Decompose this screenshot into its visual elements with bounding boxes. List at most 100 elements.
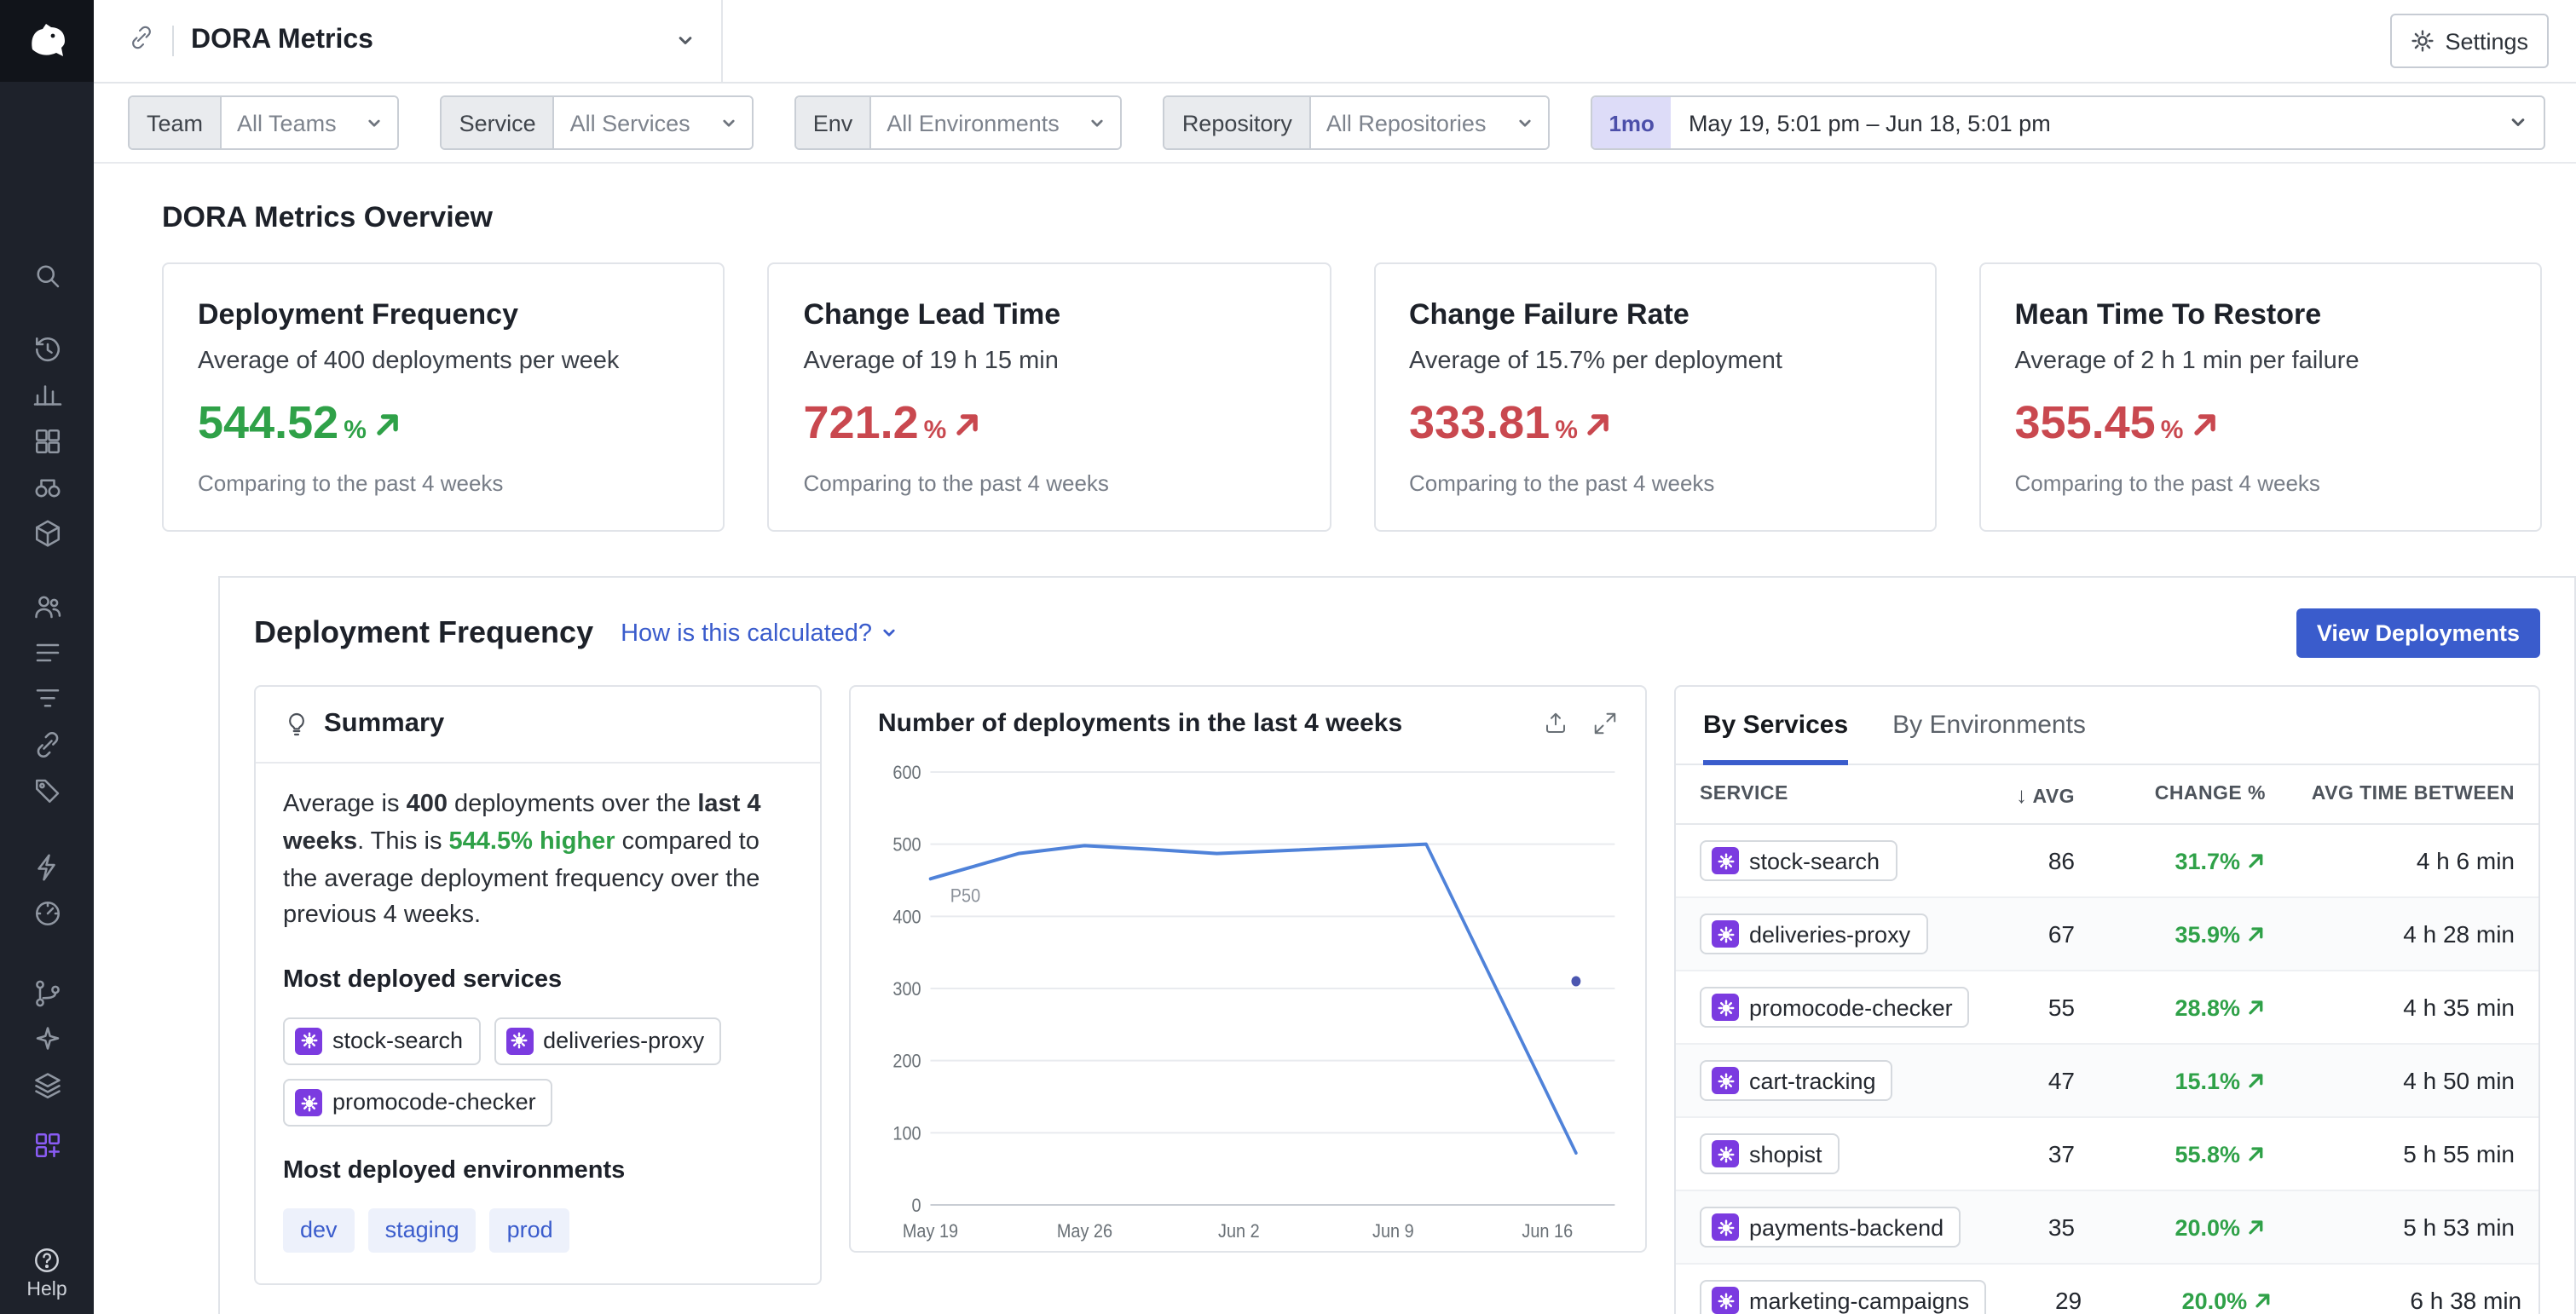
help-button[interactable]: Help: [26, 1246, 66, 1300]
change-lead-time-card[interactable]: Change Lead Time Average of 19 h 15 min …: [768, 262, 1331, 532]
svg-text:Jun 16: Jun 16: [1522, 1221, 1573, 1242]
trend-up-icon: [1583, 408, 1614, 439]
datadog-logo[interactable]: [0, 0, 94, 82]
env-filter-label: Env: [796, 97, 872, 148]
svg-text:Jun 9: Jun 9: [1372, 1221, 1414, 1242]
logs-icon[interactable]: [0, 629, 94, 675]
card-subtitle: Average of 400 deployments per week: [198, 348, 690, 375]
service-pill[interactable]: payments-backend: [1700, 1207, 1961, 1248]
card-value: 355.45: [2015, 397, 2156, 450]
mean-time-to-restore-card[interactable]: Mean Time To Restore Average of 2 h 1 mi…: [1979, 262, 2543, 532]
expand-icon[interactable]: [1592, 711, 1618, 736]
repository-filter[interactable]: Repository All Repositories: [1164, 95, 1550, 150]
svg-text:May 26: May 26: [1057, 1221, 1112, 1242]
change-failure-rate-card[interactable]: Change Failure Rate Average of 15.7% per…: [1373, 262, 1937, 532]
time-range-text: May 19, 5:01 pm – Jun 18, 5:01 pm: [1672, 110, 2068, 135]
table-row[interactable]: marketing-campaigns 29 20.0% 6 h 38 min: [1676, 1265, 2538, 1314]
search-icon[interactable]: [0, 252, 94, 298]
svg-text:Jun 2: Jun 2: [1218, 1221, 1260, 1242]
chevron-down-icon: [2510, 114, 2527, 131]
settings-label: Settings: [2445, 28, 2528, 54]
svg-text:600: 600: [892, 763, 921, 783]
table-row[interactable]: payments-backend 35 20.0% 5 h 53 min: [1676, 1191, 2538, 1265]
trend-up-icon: [2252, 1290, 2273, 1311]
avg-time-value: 4 h 50 min: [2266, 1067, 2515, 1094]
service-pill[interactable]: shopist: [1700, 1133, 1840, 1174]
change-value: 55.8%: [2175, 1141, 2240, 1167]
service-icon: [505, 1028, 533, 1055]
summary-card: Summary Average is 400 deployments over …: [254, 685, 822, 1286]
table-row[interactable]: cart-tracking 47 15.1% 4 h 50 min: [1676, 1045, 2538, 1118]
apm-icon[interactable]: [0, 721, 94, 767]
view-deployments-button[interactable]: View Deployments: [2296, 608, 2540, 658]
tab-by-services[interactable]: By Services: [1703, 687, 1848, 764]
avg-value: 67: [1979, 920, 2075, 948]
tab-by-environments[interactable]: By Environments: [1892, 687, 2086, 764]
table-row[interactable]: stock-search 86 31.7% 4 h 6 min: [1676, 825, 2538, 898]
environment-pill[interactable]: dev: [283, 1208, 355, 1253]
card-value: 333.81: [1409, 397, 1550, 450]
most-deployed-environments-label: Most deployed environments: [283, 1155, 793, 1192]
env-filter[interactable]: Env All Environments: [794, 95, 1123, 150]
deployment-frequency-card[interactable]: Deployment Frequency Average of 400 depl…: [162, 262, 725, 532]
svg-text:100: 100: [892, 1123, 921, 1144]
env-filter-value: All Environments: [887, 110, 1060, 135]
trend-up-icon: [372, 408, 402, 439]
trend-up-icon: [2245, 924, 2266, 944]
service-filter[interactable]: Service All Services: [441, 95, 754, 150]
card-subtitle: Average of 19 h 15 min: [804, 348, 1296, 375]
svg-text:400: 400: [892, 907, 921, 927]
environment-pill[interactable]: staging: [368, 1208, 477, 1253]
service-pill[interactable]: stock-search: [283, 1017, 480, 1066]
table-row[interactable]: deliveries-proxy 67 35.9% 4 h 28 min: [1676, 898, 2538, 971]
software-delivery-icon[interactable]: [0, 1121, 94, 1167]
col-avg-time-between[interactable]: AVG TIME BETWEEN: [2266, 784, 2515, 804]
watchdog-icon[interactable]: [0, 464, 94, 510]
monitors-icon[interactable]: [0, 890, 94, 936]
settings-button[interactable]: Settings: [2390, 14, 2549, 68]
how-calculated-link[interactable]: How is this calculated?: [621, 620, 896, 647]
content-area: DORA Metrics Overview Deployment Frequen…: [94, 164, 2576, 1314]
people-icon[interactable]: [0, 583, 94, 629]
table-header: SERVICE ↓AVG CHANGE % AVG TIME BETWEEN: [1676, 765, 2538, 825]
most-deployed-environments: dev staging prod: [283, 1208, 793, 1253]
service-pill[interactable]: marketing-campaigns: [1700, 1280, 1986, 1314]
serverless-icon[interactable]: [0, 844, 94, 890]
help-label: Help: [26, 1280, 66, 1300]
environment-pill[interactable]: prod: [490, 1208, 570, 1253]
table-row[interactable]: promocode-checker 55 28.8% 4 h 35 min: [1676, 971, 2538, 1045]
ai-icon[interactable]: [0, 1016, 94, 1062]
service-catalog-icon[interactable]: [0, 767, 94, 813]
containers-icon[interactable]: [0, 1062, 94, 1108]
history-icon[interactable]: [0, 326, 94, 372]
service-pill[interactable]: deliveries-proxy: [1700, 913, 1927, 954]
col-service[interactable]: SERVICE: [1700, 784, 1979, 804]
team-filter-label: Team: [130, 97, 222, 148]
top-header: DORA Metrics Settings: [94, 0, 2576, 84]
card-title: Change Lead Time: [804, 298, 1296, 332]
time-range-picker[interactable]: 1mo May 19, 5:01 pm – Jun 18, 5:01 pm: [1590, 95, 2545, 150]
service-pill[interactable]: promocode-checker: [1700, 987, 1970, 1028]
change-value: 31.7%: [2175, 848, 2240, 873]
trend-up-icon: [951, 408, 982, 439]
metrics-icon[interactable]: [0, 372, 94, 418]
export-icon[interactable]: [1543, 711, 1568, 736]
avg-value: 37: [1979, 1140, 2075, 1167]
deployments-chart[interactable]: 0100200300400500600May 19May 26Jun 2Jun …: [878, 748, 1618, 1251]
ci-icon[interactable]: [0, 970, 94, 1016]
service-pill[interactable]: cart-tracking: [1700, 1060, 1893, 1101]
traces-icon[interactable]: [0, 675, 94, 721]
service-pill[interactable]: promocode-checker: [283, 1079, 553, 1127]
col-change[interactable]: CHANGE %: [2075, 784, 2266, 804]
team-filter[interactable]: Team All Teams: [128, 95, 400, 150]
service-pill[interactable]: deliveries-proxy: [494, 1017, 721, 1066]
service-pill[interactable]: stock-search: [1700, 840, 1897, 881]
integrations-icon[interactable]: [0, 510, 94, 556]
dashboard-title-dropdown[interactable]: DORA Metrics: [94, 0, 723, 82]
col-avg[interactable]: ↓AVG: [1979, 781, 2075, 807]
table-row[interactable]: shopist 37 55.8% 5 h 55 min: [1676, 1118, 2538, 1191]
dashboards-icon[interactable]: [0, 418, 94, 464]
chevron-down-icon: [881, 625, 896, 641]
avg-time-value: 5 h 55 min: [2266, 1140, 2515, 1167]
most-deployed-services: stock-search deliveries-proxy promocode-…: [283, 1017, 793, 1127]
